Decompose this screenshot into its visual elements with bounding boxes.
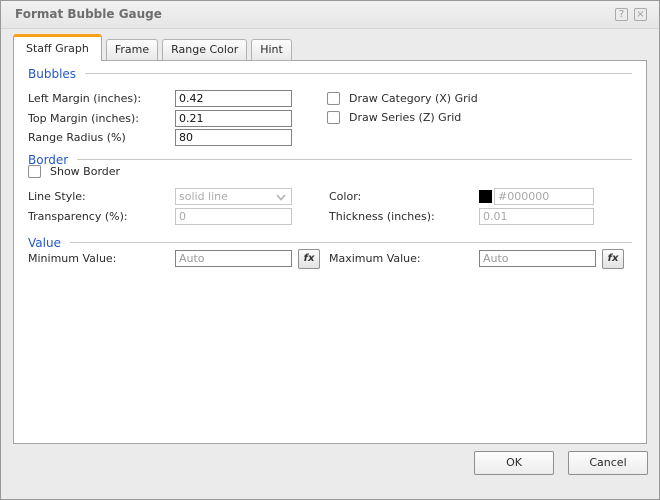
section-rule (85, 73, 632, 74)
show-border-checkbox[interactable] (28, 165, 41, 178)
format-bubble-gauge-dialog: Format Bubble Gauge ? × Staff Graph Fram… (0, 0, 660, 500)
show-border-label: Show Border (50, 165, 121, 178)
maximum-value-input[interactable] (479, 250, 596, 267)
transparency-input (175, 208, 292, 225)
maximum-formula-button[interactable]: fx (602, 249, 624, 269)
tab-range-color[interactable]: Range Color (162, 39, 248, 61)
maximum-value-label: Maximum Value: (329, 252, 421, 265)
minimum-formula-button[interactable]: fx (298, 249, 320, 269)
thickness-label: Thickness (inches): (329, 210, 435, 223)
draw-series-grid-checkbox[interactable] (327, 111, 340, 124)
close-icon[interactable]: × (634, 8, 647, 21)
transparency-label: Transparency (%): (28, 210, 128, 223)
line-style-value: solid line (179, 190, 228, 203)
left-margin-label: Left Margin (inches): (28, 92, 142, 105)
bubbles-section-title: Bubbles (28, 66, 77, 81)
section-rule (77, 159, 632, 160)
ok-button[interactable]: OK (474, 451, 554, 475)
line-style-label: Line Style: (28, 190, 86, 203)
tab-strip: Staff Graph Frame Range Color Hint (13, 34, 296, 61)
dialog-titlebar[interactable]: Format Bubble Gauge ? × (1, 1, 659, 29)
border-color-input (494, 188, 594, 205)
border-color-swatch (479, 190, 492, 203)
help-icon[interactable]: ? (615, 8, 628, 21)
range-radius-label: Range Radius (%) (28, 131, 126, 144)
section-rule (69, 242, 632, 243)
top-margin-label: Top Margin (inches): (28, 112, 139, 125)
cancel-button[interactable]: Cancel (568, 451, 648, 475)
tab-staff-graph[interactable]: Staff Graph (13, 34, 102, 61)
top-margin-input[interactable] (175, 110, 292, 127)
value-section-header: Value (28, 235, 632, 250)
range-radius-input[interactable] (175, 129, 292, 146)
draw-series-grid-label: Draw Series (Z) Grid (349, 111, 462, 124)
border-color-label: Color: (329, 190, 362, 203)
line-style-select: solid line (175, 188, 292, 205)
staff-graph-panel: Bubbles Left Margin (inches): Top Margin… (13, 60, 647, 444)
left-margin-input[interactable] (175, 90, 292, 107)
bubbles-section-header: Bubbles (28, 66, 632, 81)
draw-category-grid-checkbox[interactable] (327, 92, 340, 105)
dialog-title: Format Bubble Gauge (15, 7, 162, 21)
draw-category-grid-label: Draw Category (X) Grid (349, 92, 478, 105)
chevron-down-icon (276, 194, 286, 201)
tab-hint[interactable]: Hint (251, 39, 292, 61)
value-section-title: Value (28, 235, 61, 250)
tab-frame[interactable]: Frame (105, 39, 159, 61)
thickness-input (479, 208, 594, 225)
minimum-value-input[interactable] (175, 250, 292, 267)
minimum-value-label: Minimum Value: (28, 252, 117, 265)
